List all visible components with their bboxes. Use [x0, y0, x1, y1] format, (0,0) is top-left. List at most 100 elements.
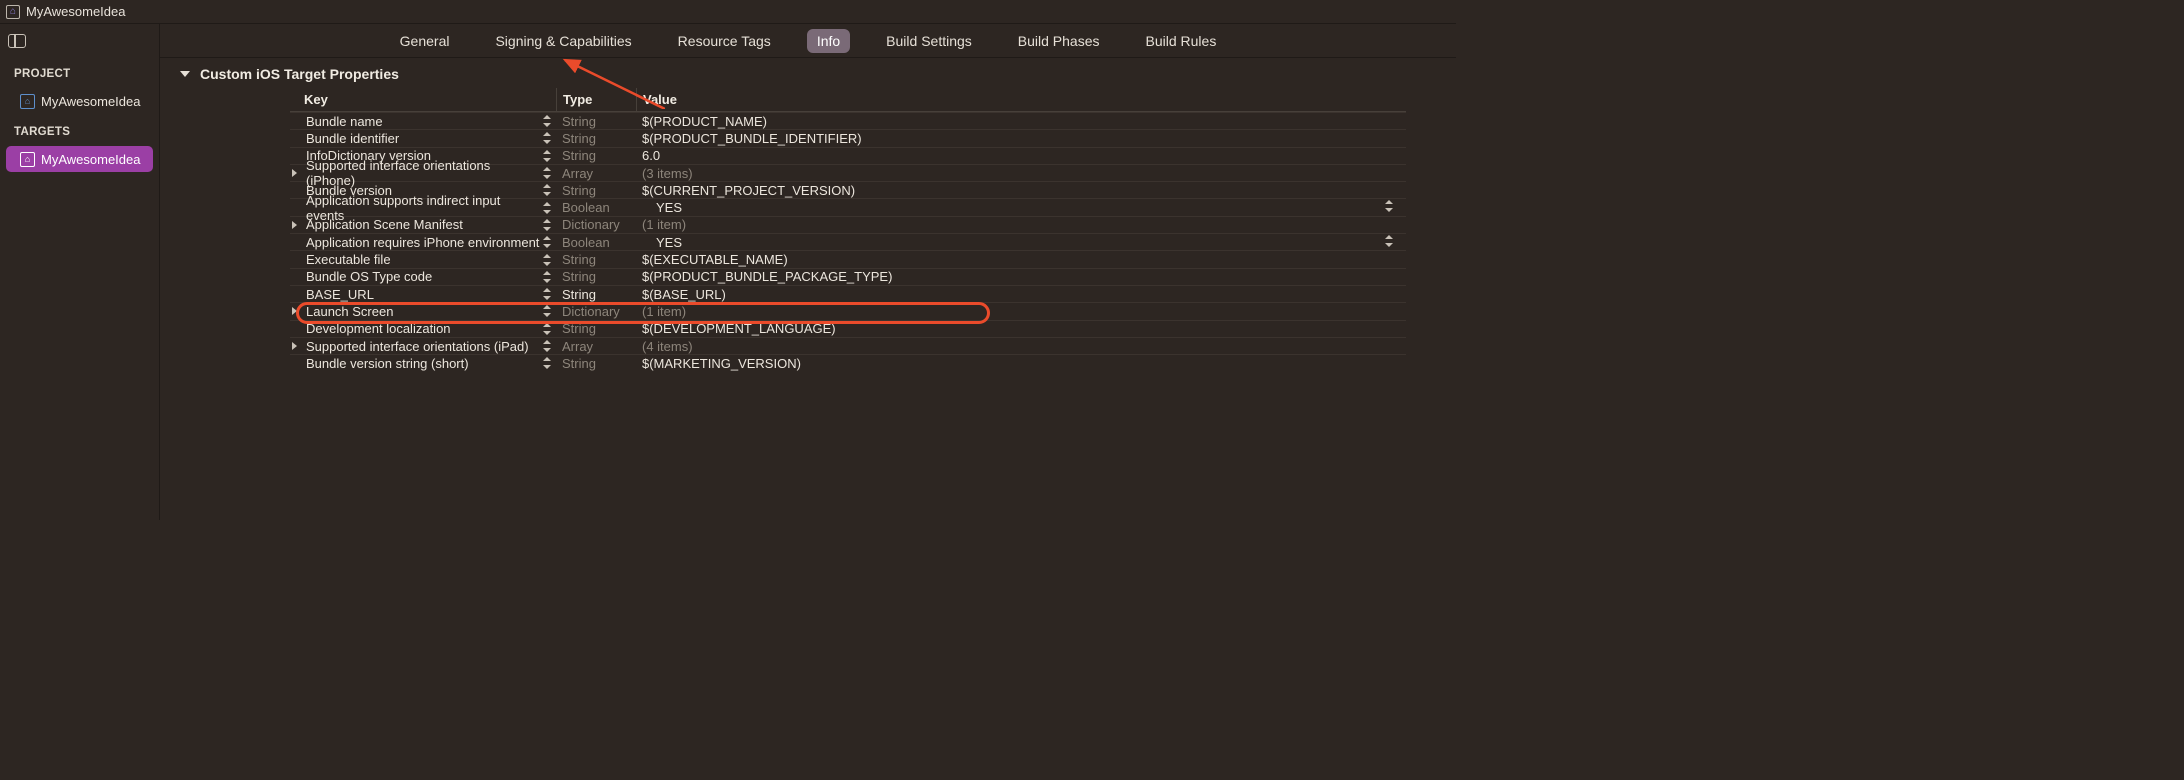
plist-value-cell[interactable]: 6.0 — [636, 148, 1406, 163]
stepper-icon[interactable] — [542, 235, 552, 249]
tab-general[interactable]: General — [390, 29, 460, 53]
stepper-icon[interactable] — [542, 201, 552, 215]
plist-row[interactable]: Development localization String $(DEVELOPM… — [290, 320, 1406, 337]
plist-row[interactable]: Executable fileString$(EXECUTABLE_NAME) — [290, 250, 1406, 267]
plist-value-label: (4 items) — [642, 339, 693, 354]
plist-type-cell[interactable]: Dictionary — [556, 217, 636, 232]
stepper-icon[interactable] — [542, 287, 552, 301]
stepper-icon[interactable] — [542, 270, 552, 284]
stepper-icon[interactable] — [542, 253, 552, 267]
section-header[interactable]: Custom iOS Target Properties — [160, 58, 1456, 88]
main-split: PROJECT ⌂ MyAwesomeIdea TARGETS ⌂ MyAwes… — [0, 24, 1456, 520]
plist-value-cell[interactable]: YES — [636, 199, 1406, 216]
plist-value-label: $(MARKETING_VERSION) — [642, 356, 801, 371]
plist-value-cell[interactable]: $(BASE_URL) — [636, 287, 1406, 302]
stepper-icon[interactable] — [1384, 234, 1394, 251]
plist-value-label: $(DEVELOPMENT_LANGUAGE) — [642, 321, 836, 336]
stepper-icon[interactable] — [542, 218, 552, 232]
chevron-right-icon[interactable] — [292, 169, 297, 177]
plist-row[interactable]: Launch ScreenDictionary (1 item) — [290, 302, 1406, 319]
plist-type-cell[interactable]: String — [556, 356, 636, 371]
sidebar-toggle-icon[interactable] — [8, 34, 26, 48]
plist-type-cell[interactable]: String — [556, 183, 636, 198]
tab-build-rules[interactable]: Build Rules — [1136, 29, 1227, 53]
plist-type-cell[interactable]: String — [556, 321, 636, 336]
stepper-icon[interactable] — [1384, 199, 1394, 216]
chevron-right-icon[interactable] — [292, 307, 297, 315]
plist-value-cell[interactable]: YES — [636, 234, 1406, 251]
plist-row[interactable]: Bundle identifierString$(PRODUCT_BUNDLE_… — [290, 129, 1406, 146]
plist-value-cell[interactable]: $(EXECUTABLE_NAME) — [636, 252, 1406, 267]
plist-row[interactable]: Application supports indirect input even… — [290, 198, 1406, 215]
plist-type-cell[interactable]: String — [556, 114, 636, 129]
plist-type-cell[interactable]: Dictionary — [556, 304, 636, 319]
plist-row[interactable]: Bundle nameString $(PRODUCT_NAME) — [290, 112, 1406, 129]
plist-type-cell[interactable]: Array — [556, 166, 636, 181]
plist-key-cell[interactable]: Application requires iPhone environment — [290, 235, 556, 250]
plist-value-cell[interactable]: (1 item) — [636, 304, 1406, 319]
plist-row[interactable]: Supported interface orientations (iPhone… — [290, 164, 1406, 181]
plist-key-cell[interactable]: BASE_URL — [290, 287, 556, 302]
plist-row[interactable]: Bundle version string (short)String $(MAR… — [290, 354, 1406, 371]
stepper-icon[interactable] — [542, 114, 552, 128]
stepper-icon[interactable] — [542, 166, 552, 180]
plist-row[interactable]: BASE_URLString $(BASE_URL) — [290, 285, 1406, 302]
plist-key-cell[interactable]: Bundle identifier — [290, 131, 556, 146]
stepper-icon[interactable] — [542, 339, 552, 353]
plist-value-label: (1 item) — [642, 304, 686, 319]
plist-type-cell[interactable]: Array — [556, 339, 636, 354]
plist-type-cell[interactable]: String — [556, 287, 636, 302]
plist-value-cell[interactable]: $(PRODUCT_BUNDLE_PACKAGE_TYPE) — [636, 269, 1406, 284]
header-type[interactable]: Type — [556, 88, 636, 111]
plist-key-cell[interactable]: Bundle name — [290, 114, 556, 129]
plist-value-cell[interactable]: (3 items) — [636, 166, 1406, 181]
plist-value-cell[interactable]: $(CURRENT_PROJECT_VERSION) — [636, 183, 1406, 198]
plist-value-cell[interactable]: $(MARKETING_VERSION) — [636, 356, 1406, 371]
plist-type-cell[interactable]: String — [556, 148, 636, 163]
plist-value-cell[interactable]: (1 item) — [636, 217, 1406, 232]
plist-key-cell[interactable]: Launch Screen — [290, 304, 556, 319]
plist-row[interactable]: Application requires iPhone environmentB… — [290, 233, 1406, 250]
stepper-icon[interactable] — [542, 304, 552, 318]
plist-type-cell[interactable]: Boolean — [556, 200, 636, 215]
target-icon: ⌂ — [20, 152, 35, 167]
plist-key-label: Supported interface orientations (iPad) — [290, 339, 529, 354]
tab-resource-tags[interactable]: Resource Tags — [668, 29, 781, 53]
plist-key-label: Development localization — [290, 321, 451, 336]
plist-value-label: $(BASE_URL) — [642, 287, 726, 302]
tab-signing[interactable]: Signing & Capabilities — [485, 29, 641, 53]
plist-row[interactable]: Supported interface orientations (iPad) A… — [290, 337, 1406, 354]
tab-info[interactable]: Info — [807, 29, 850, 53]
plist-key-cell[interactable]: Bundle version string (short) — [290, 356, 556, 371]
plist-key-cell[interactable]: Application Scene Manifest — [290, 217, 556, 232]
plist-row[interactable]: Bundle OS Type code String$(PRODUCT_BUNDL… — [290, 268, 1406, 285]
plist-key-cell[interactable]: Supported interface orientations (iPad) — [290, 339, 556, 354]
tab-build-settings[interactable]: Build Settings — [876, 29, 982, 53]
tab-build-phases[interactable]: Build Phases — [1008, 29, 1110, 53]
plist-value-cell[interactable]: $(PRODUCT_NAME) — [636, 114, 1406, 129]
plist-type-cell[interactable]: Boolean — [556, 235, 636, 250]
plist-value-cell[interactable]: $(DEVELOPMENT_LANGUAGE) — [636, 321, 1406, 336]
plist-row[interactable]: Application Scene ManifestDictionary(1 i… — [290, 216, 1406, 233]
plist-value-label: YES — [642, 200, 682, 215]
header-key[interactable]: Key — [290, 88, 556, 111]
plist-value-label: $(PRODUCT_NAME) — [642, 114, 767, 129]
plist-value-cell[interactable]: (4 items) — [636, 339, 1406, 354]
stepper-icon[interactable] — [542, 322, 552, 336]
plist-type-cell[interactable]: String — [556, 252, 636, 267]
sidebar-target-item[interactable]: ⌂ MyAwesomeIdea — [6, 146, 153, 172]
stepper-icon[interactable] — [542, 356, 552, 370]
chevron-right-icon[interactable] — [292, 221, 297, 229]
stepper-icon[interactable] — [542, 131, 552, 145]
plist-key-cell[interactable]: Executable file — [290, 252, 556, 267]
sidebar-project-item[interactable]: ⌂ MyAwesomeIdea — [6, 88, 153, 114]
header-value[interactable]: Value — [636, 88, 1406, 111]
plist-key-label: Bundle OS Type code — [290, 269, 432, 284]
plist-key-cell[interactable]: Development localization — [290, 321, 556, 336]
plist-value-cell[interactable]: $(PRODUCT_BUNDLE_IDENTIFIER) — [636, 131, 1406, 146]
chevron-right-icon[interactable] — [292, 342, 297, 350]
plist-type-cell[interactable]: String — [556, 269, 636, 284]
sidebar: PROJECT ⌂ MyAwesomeIdea TARGETS ⌂ MyAwes… — [0, 24, 160, 520]
plist-key-cell[interactable]: Bundle OS Type code — [290, 269, 556, 284]
plist-type-cell[interactable]: String — [556, 131, 636, 146]
